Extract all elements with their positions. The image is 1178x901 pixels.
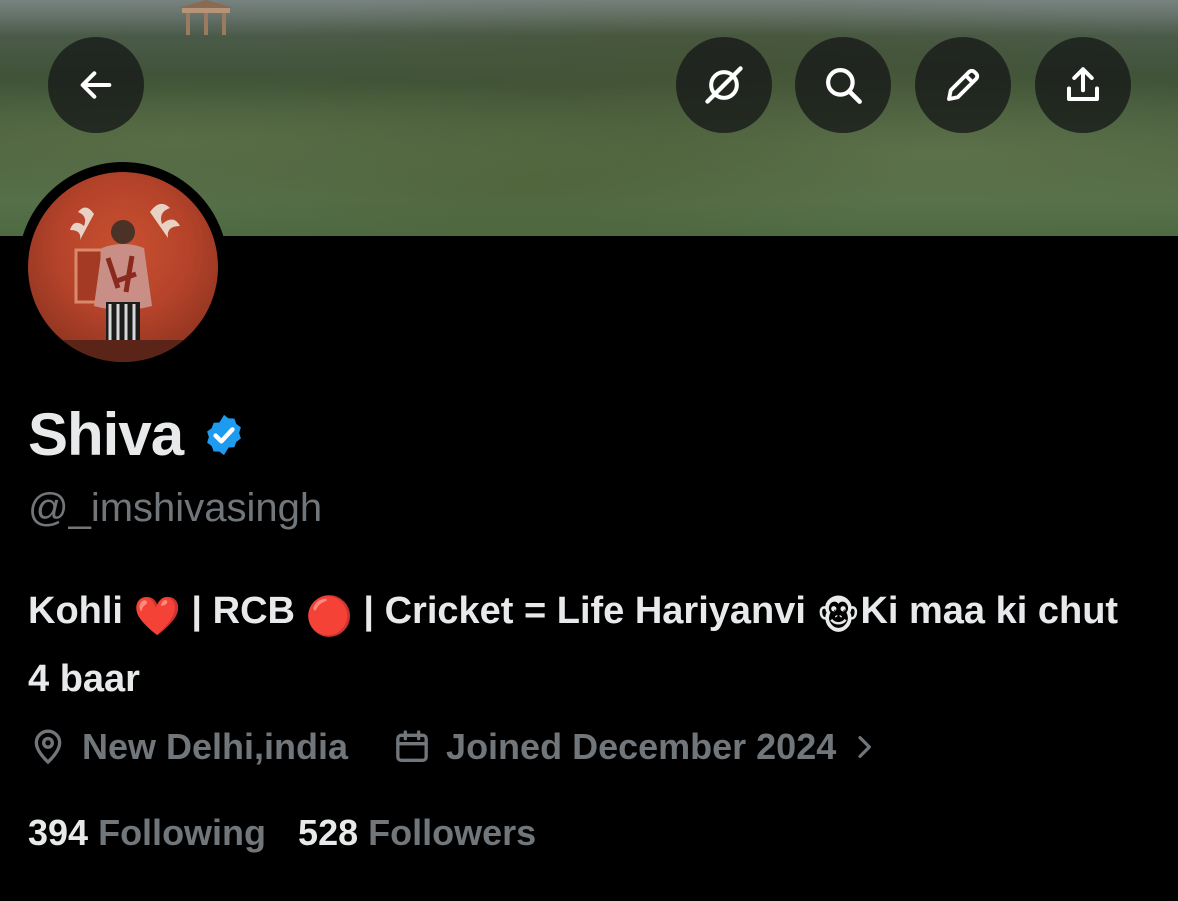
heart-emoji: ❤️ [133,596,181,638]
bio-text-2: | RCB [180,590,306,632]
edit-button[interactable] [915,37,1011,133]
grok-button[interactable] [676,37,772,133]
joined-date[interactable]: Joined December 2024 [446,726,836,768]
share-button[interactable] [1035,37,1131,133]
banner-pavilion-image [178,0,234,35]
verified-badge-icon[interactable] [201,412,247,458]
bio-text-1: Kohli [28,590,134,632]
following-count[interactable]: 394 [28,812,88,854]
name-row: Shiva [28,400,247,469]
following-label[interactable]: Following [98,812,266,854]
user-handle: @_imshivasingh [28,486,323,530]
avatar[interactable] [28,172,218,362]
red-circle-emoji: 🔴 [305,596,353,638]
location-text: New Delhi,india [82,726,349,767]
back-button[interactable] [48,37,144,133]
location-pin-icon [34,729,62,765]
search-icon [826,68,862,104]
arrow-left-icon [80,71,112,99]
followers-count[interactable]: 528 [298,812,358,854]
follow-stats: 394 Following 528 Followers [28,812,536,854]
bio-text-3: | Cricket = Life Hariyanvi [352,590,817,632]
share-icon [1066,67,1100,102]
followers-label[interactable]: Followers [368,812,536,854]
profile-bio: Kohli ❤️ | RCB 🔴 | Cricket = Life Hariya… [28,580,1138,710]
chevron-right-icon[interactable] [848,731,880,763]
pencil-icon [947,68,980,101]
grok-icon [705,66,743,104]
calendar-icon [396,730,428,762]
monkey-emoji: 🐵 [816,596,861,638]
display-name: Shiva [28,401,184,468]
profile-meta: New Delhi,india Joined December 2024 [28,726,880,768]
search-button[interactable] [795,37,891,133]
avatar-photo [58,203,188,362]
